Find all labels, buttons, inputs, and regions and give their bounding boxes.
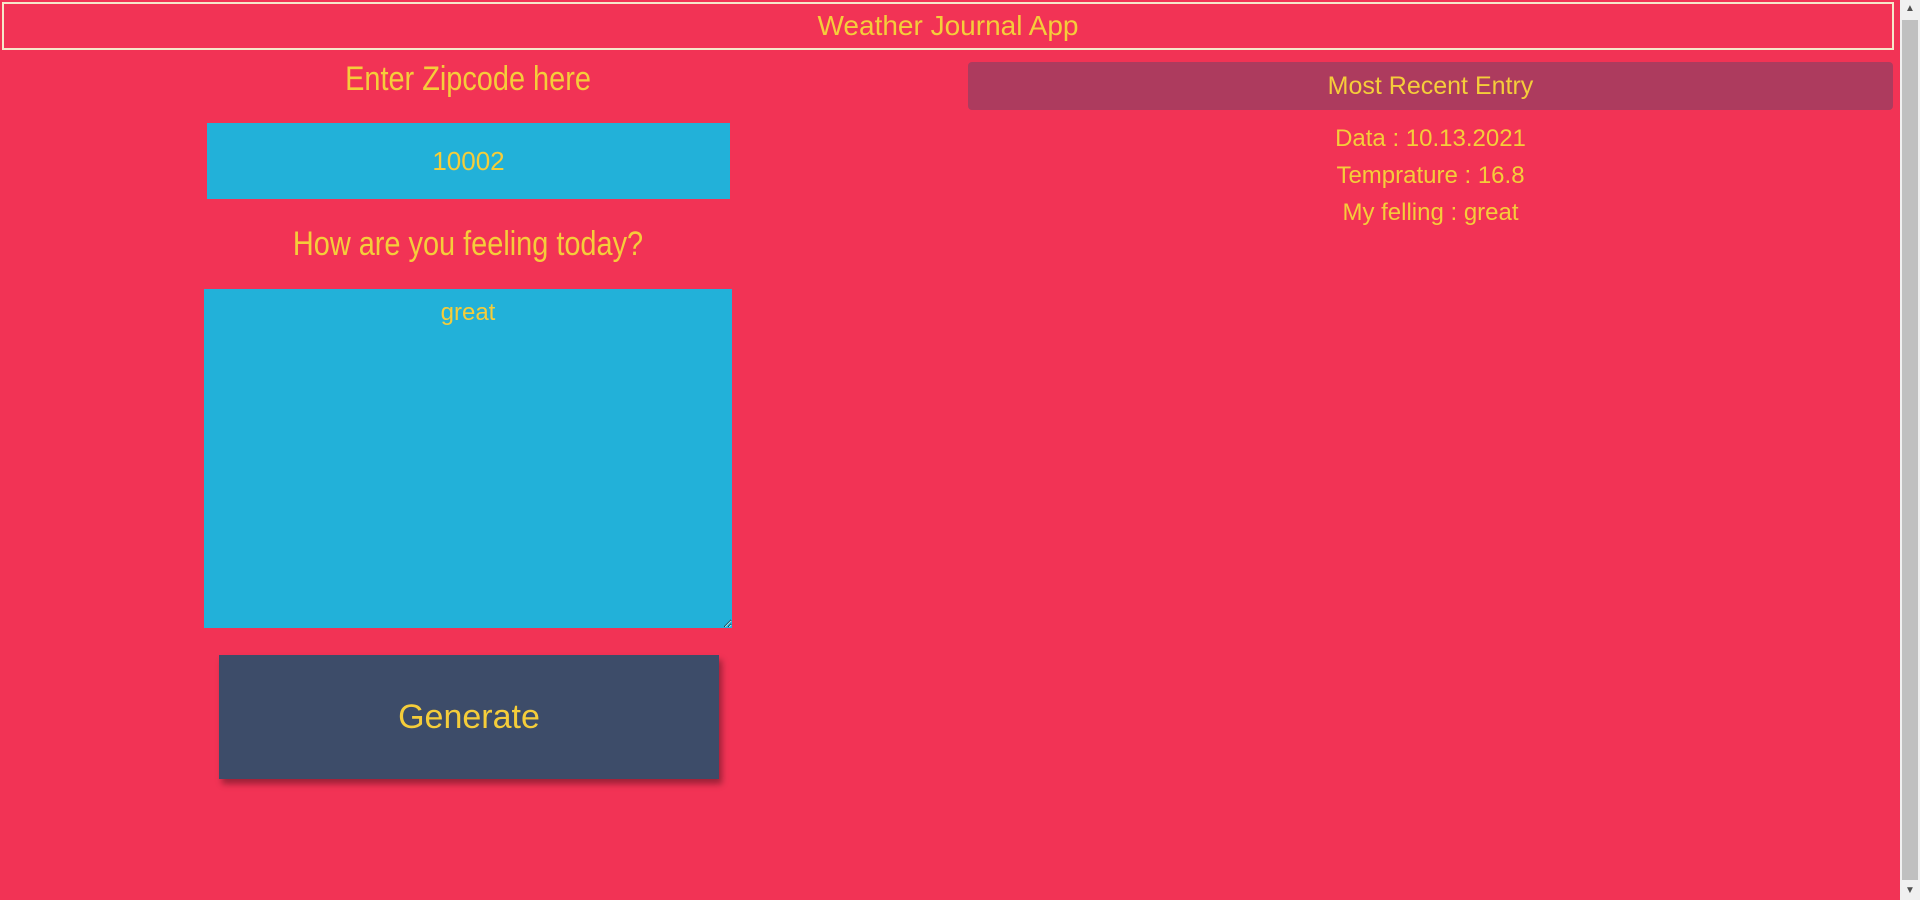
feelings-label: How are you feeling today?	[292, 225, 644, 263]
entry-holder: Most Recent Entry Data : 10.13.2021 Temp…	[968, 62, 1893, 231]
page-scrollbar[interactable]: ▲ ▼	[1900, 0, 1920, 900]
zip-input[interactable]	[207, 123, 730, 199]
entry-title-text: Most Recent Entry	[1327, 71, 1534, 100]
entry-temp: Temprature : 16.8	[1336, 162, 1525, 189]
entry-date: Data : 10.13.2021	[1335, 125, 1526, 152]
zip-label: Enter Zipcode here	[345, 60, 591, 98]
app-header: Weather Journal App	[2, 2, 1894, 50]
scrollbar-thumb[interactable]	[1902, 20, 1918, 880]
entry-rows: Data : 10.13.2021 Temprature : 16.8 My f…	[968, 120, 1893, 231]
feelings-textarea[interactable]: great	[204, 289, 732, 628]
chevron-up-icon[interactable]: ▲	[1900, 0, 1920, 18]
chevron-down-icon[interactable]: ▼	[1900, 882, 1920, 900]
entry-content: My felling : great	[1342, 199, 1519, 226]
app-title: Weather Journal App	[817, 10, 1079, 41]
entry-title: Most Recent Entry	[968, 62, 1893, 110]
generate-button[interactable]: Generate	[219, 655, 719, 779]
